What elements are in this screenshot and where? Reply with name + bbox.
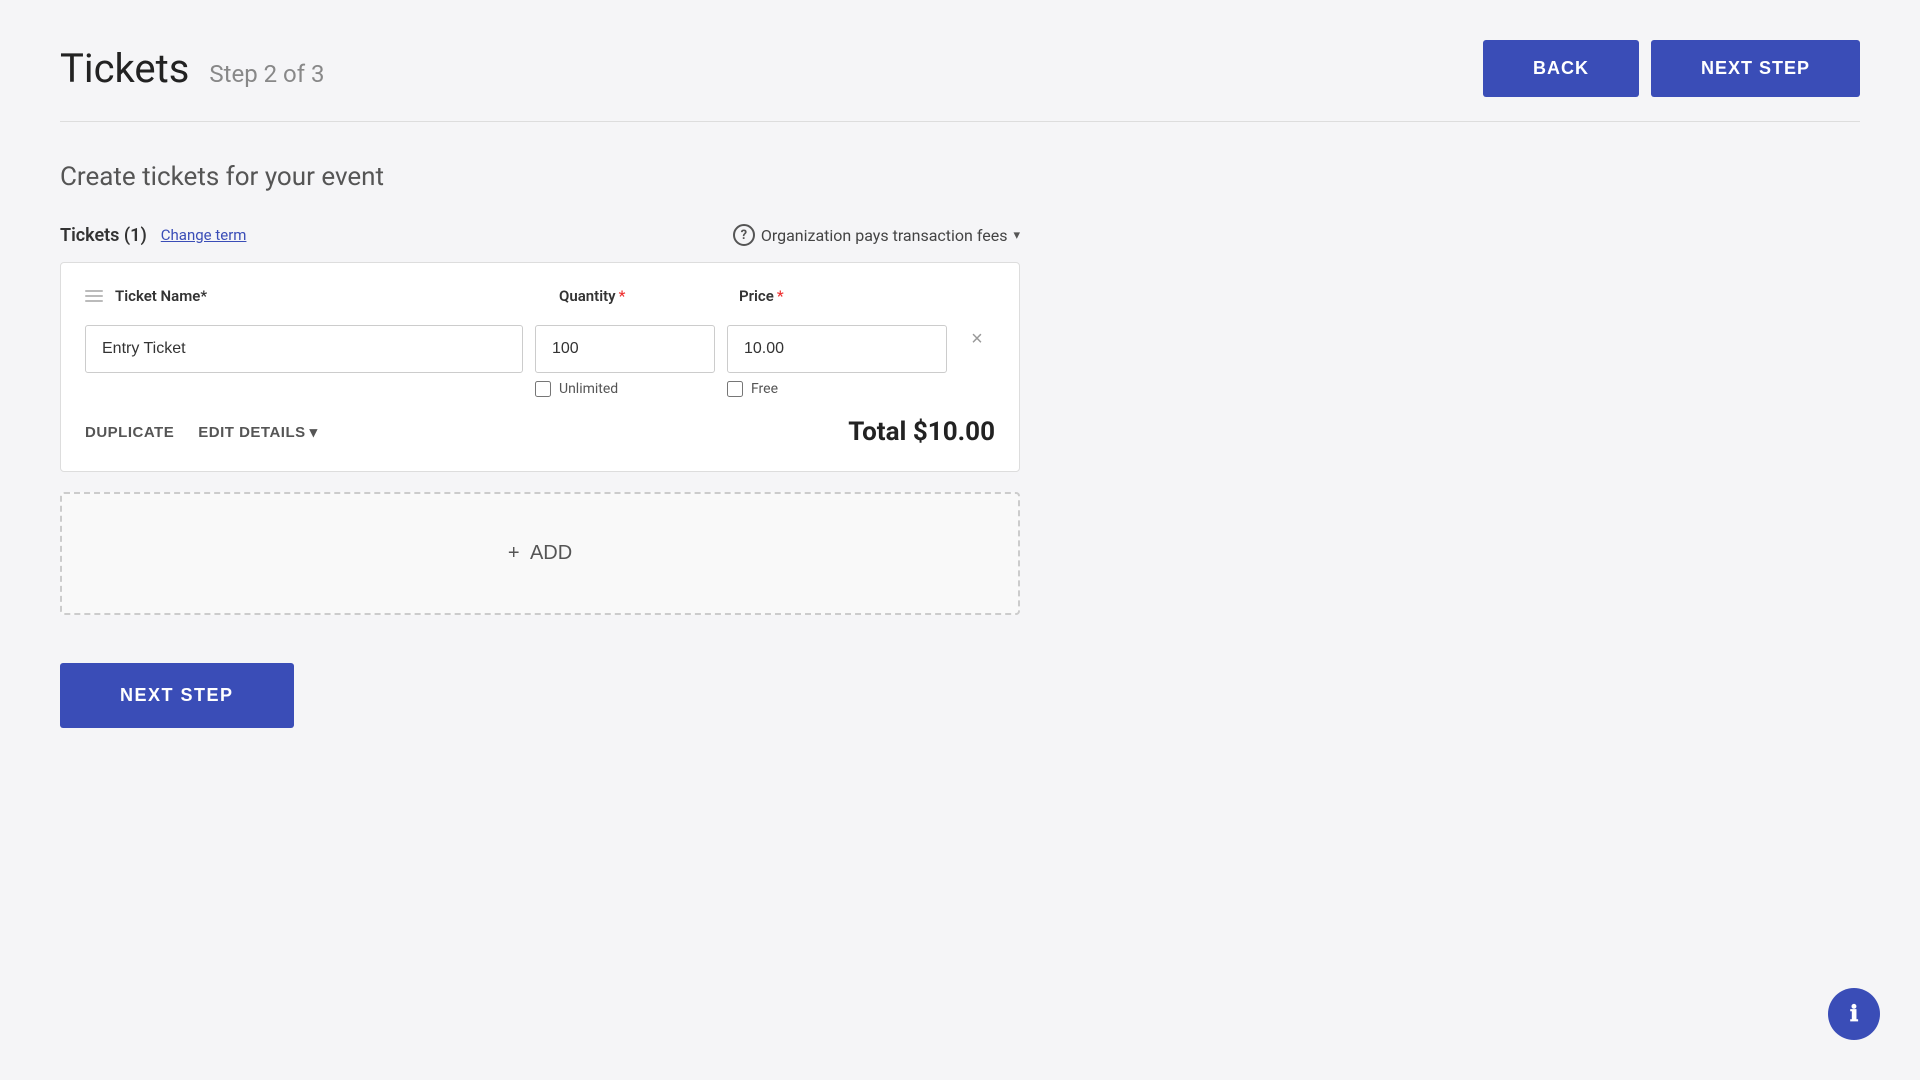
next-step-button-bottom[interactable]: NEXT STEP (60, 663, 294, 728)
edit-details-button[interactable]: EDIT DETAILS ▾ (198, 423, 317, 441)
free-checkbox[interactable] (727, 381, 743, 397)
change-term-link[interactable]: Change term (161, 226, 247, 244)
duplicate-button[interactable]: DUPLICATE (85, 423, 174, 441)
unlimited-label[interactable]: Unlimited (559, 381, 618, 397)
page-title: Tickets (60, 45, 189, 92)
quantity-col: Unlimited (535, 325, 715, 397)
price-col: Free (727, 325, 947, 397)
remove-ticket-button[interactable]: × (959, 325, 995, 353)
price-input[interactable] (727, 325, 947, 373)
header-right: BACK NEXT STEP (1483, 40, 1860, 97)
free-label[interactable]: Free (751, 381, 778, 397)
back-button[interactable]: BACK (1483, 40, 1639, 97)
ticket-card: Ticket Name* Quantity* Price* (60, 262, 1020, 472)
add-ticket-container[interactable]: + ADD (60, 492, 1020, 615)
name-required-star: * (200, 287, 207, 305)
price-required-star: * (777, 287, 784, 305)
drag-handle[interactable] (85, 290, 103, 302)
main-content: Create tickets for your event Tickets (1… (60, 162, 1020, 728)
unlimited-checkbox-row: Unlimited (535, 381, 715, 397)
ticket-name-input[interactable] (85, 325, 523, 373)
header-left: Tickets Step 2 of 3 (60, 45, 325, 92)
step-indicator: Step 2 of 3 (209, 60, 324, 88)
fee-info-label: Organization pays transaction fees (761, 226, 1008, 245)
footer-actions: DUPLICATE EDIT DETAILS ▾ (85, 423, 318, 441)
qty-required-star: * (619, 287, 626, 305)
info-button[interactable]: ℹ (1828, 988, 1880, 1040)
col-price-label: Price* (739, 287, 959, 305)
name-col-header: Ticket Name* (85, 287, 559, 305)
quantity-input[interactable] (535, 325, 715, 373)
fee-dropdown-arrow: ▾ (1013, 228, 1020, 243)
ticket-fields-row: Unlimited Free × (85, 325, 995, 397)
next-step-button-top[interactable]: NEXT STEP (1651, 40, 1860, 97)
ticket-card-header: Ticket Name* Quantity* Price* (85, 287, 995, 305)
ticket-card-footer: DUPLICATE EDIT DETAILS ▾ Total $10.00 (85, 417, 995, 447)
section-title: Create tickets for your event (60, 162, 1020, 192)
tickets-header-row: Tickets (1) Change term ? Organization p… (60, 224, 1020, 246)
add-plus-icon: + (508, 542, 520, 564)
add-ticket-button[interactable]: + ADD (508, 542, 572, 565)
tickets-label-group: Tickets (1) Change term (60, 225, 246, 246)
page-header: Tickets Step 2 of 3 BACK NEXT STEP (60, 40, 1860, 122)
tickets-count-label: Tickets (1) (60, 225, 147, 246)
free-checkbox-row: Free (727, 381, 947, 397)
fee-info[interactable]: ? Organization pays transaction fees ▾ (733, 224, 1020, 246)
col-ticket-name-label: Ticket Name* (115, 287, 207, 305)
help-icon: ? (733, 224, 755, 246)
ticket-total: Total $10.00 (848, 417, 995, 447)
col-quantity-label: Quantity* (559, 287, 739, 305)
unlimited-checkbox[interactable] (535, 381, 551, 397)
